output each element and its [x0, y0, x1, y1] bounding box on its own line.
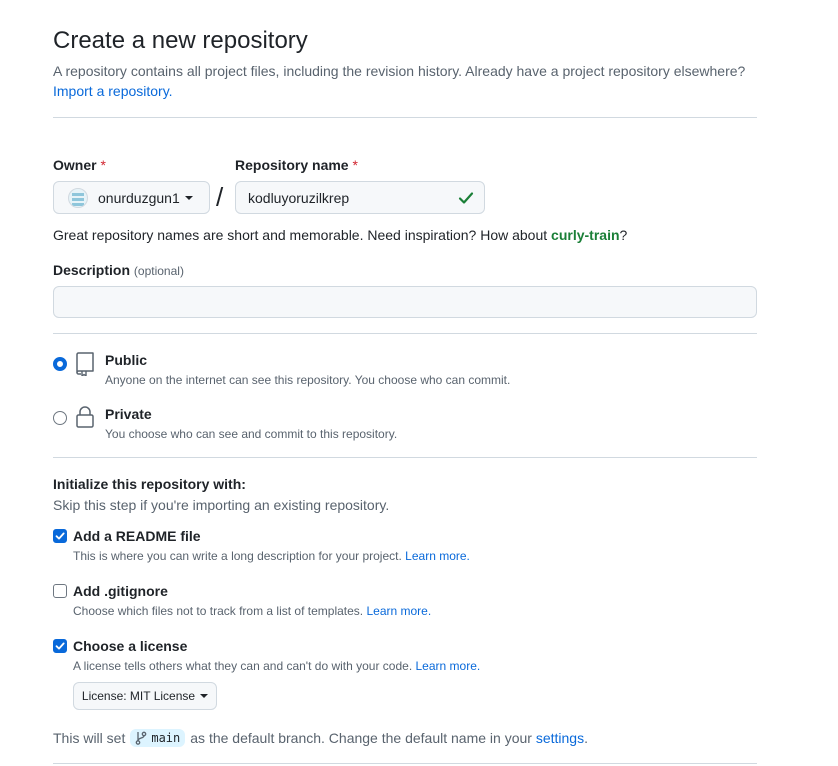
repo-name-value: kodluyoruzilkrep [248, 189, 350, 206]
chevron-down-icon [184, 195, 193, 200]
gitignore-desc-text: Choose which files not to track from a l… [73, 604, 364, 618]
license-desc: A license tells others what they can and… [73, 659, 480, 673]
readme-learn-more-link[interactable]: Learn more. [405, 549, 470, 563]
name-hint: Great repository names are short and mem… [53, 226, 627, 244]
page-subtitle: A repository contains all project files,… [53, 63, 746, 79]
readme-label[interactable]: Add a README file [73, 528, 201, 544]
init-subtitle: Skip this step if you're importing an ex… [53, 497, 390, 513]
name-hint-text: Great repository names are short and mem… [53, 227, 548, 243]
avatar [68, 187, 88, 208]
gitignore-learn-more-link[interactable]: Learn more. [366, 604, 431, 618]
branch-note-middle: as the default branch. Change the defaul… [190, 730, 532, 746]
chevron-down-icon [200, 694, 209, 698]
license-label[interactable]: Choose a license [73, 638, 187, 654]
branch-note-prefix: This will set [53, 730, 126, 746]
owner-label: Owner * [53, 157, 106, 173]
license-dropdown[interactable]: License: MIT License [73, 682, 217, 710]
gitignore-checkbox[interactable] [53, 584, 67, 598]
check-icon [458, 192, 474, 204]
owner-repo-separator: / [216, 182, 224, 212]
import-repository-link[interactable]: Import a repository. [53, 81, 173, 101]
owner-value: onurduzgun1 [98, 189, 180, 206]
owner-label-text: Owner [53, 157, 97, 173]
public-radio[interactable] [53, 357, 67, 371]
repo-name-label-text: Repository name [235, 157, 349, 173]
lock-icon [76, 406, 94, 428]
license-desc-text: A license tells others what they can and… [73, 659, 413, 673]
page-title: Create a new repository [53, 27, 308, 54]
name-suggestion[interactable]: curly-train [551, 227, 619, 243]
private-title: Private [105, 406, 152, 422]
divider [53, 457, 757, 458]
license-learn-more-link[interactable]: Learn more. [416, 659, 481, 673]
private-desc: You choose who can see and commit to thi… [105, 427, 398, 441]
settings-link[interactable]: settings [536, 730, 584, 746]
gitignore-label[interactable]: Add .gitignore [73, 583, 168, 599]
description-label-text: Description [53, 262, 131, 278]
branch-pill: main [130, 729, 186, 747]
git-branch-icon [136, 731, 147, 745]
divider [53, 763, 757, 764]
repo-name-input[interactable]: kodluyoruzilkrep [235, 181, 485, 214]
repo-icon [76, 352, 94, 376]
gitignore-desc: Choose which files not to track from a l… [73, 604, 431, 618]
readme-desc: This is where you can write a long descr… [73, 549, 470, 563]
description-label: Description (optional) [53, 262, 184, 278]
description-input[interactable] [53, 286, 757, 318]
init-title: Initialize this repository with: [53, 476, 246, 492]
name-hint-suffix: ? [619, 227, 628, 243]
private-radio[interactable] [53, 411, 67, 425]
check-icon [55, 642, 65, 650]
license-dropdown-value: License: MIT License [81, 689, 196, 703]
divider [53, 117, 757, 118]
readme-checkbox[interactable] [53, 529, 67, 543]
branch-note-suffix: . [584, 730, 588, 746]
required-mark: * [100, 157, 106, 173]
license-checkbox[interactable] [53, 639, 67, 653]
optional-note: (optional) [133, 264, 184, 278]
required-mark: * [352, 157, 358, 173]
check-icon [55, 532, 65, 540]
public-desc: Anyone on the internet can see this repo… [105, 373, 511, 387]
readme-desc-text: This is where you can write a long descr… [73, 549, 402, 563]
owner-dropdown[interactable]: onurduzgun1 [53, 181, 210, 214]
default-branch-note: This will set main as the default branch… [53, 729, 588, 747]
repo-name-label: Repository name * [235, 157, 358, 173]
public-title: Public [105, 352, 148, 368]
branch-name: main [151, 731, 181, 745]
divider [53, 333, 757, 334]
